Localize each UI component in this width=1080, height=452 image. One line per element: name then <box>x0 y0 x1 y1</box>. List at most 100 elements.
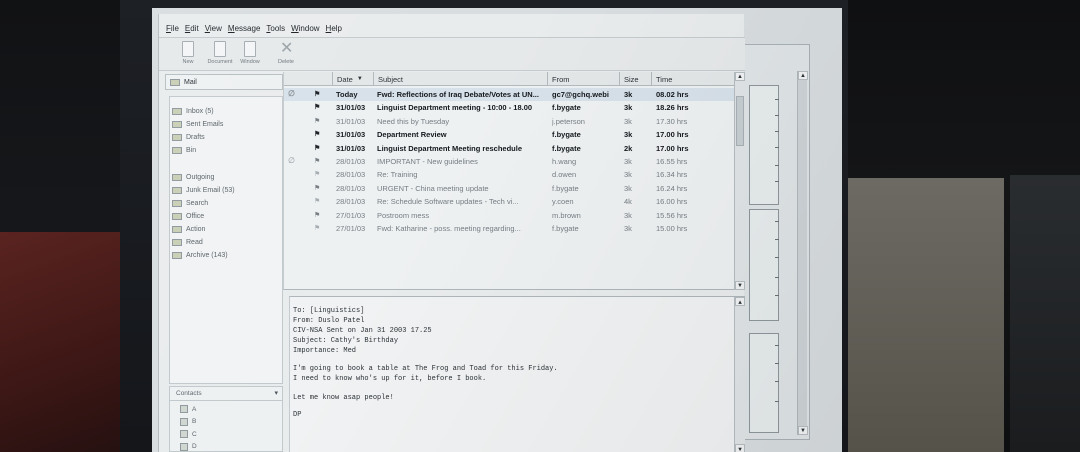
menu-help[interactable]: Help <box>323 24 345 33</box>
background-tick <box>775 165 779 166</box>
message-list-scrollbar[interactable]: ▲ ▼ <box>734 72 745 290</box>
window-button[interactable]: Window <box>235 41 265 65</box>
sort-desc-icon: ▼ <box>356 76 363 82</box>
message-row[interactable]: ⚑ 31/01/03 Need this by Tuesday j.peterson 3… <box>284 115 734 128</box>
column-size[interactable]: Size <box>619 72 651 86</box>
folder-item[interactable]: Archive (143) <box>172 249 228 261</box>
message-row[interactable]: ⚑ 27/01/03 Postroom mess m.brown 3k 15.56 hrs <box>284 209 734 222</box>
background-tick <box>775 277 779 278</box>
message-row[interactable]: ⚑ 27/01/03 Fwd: Katharine - poss. meeting … <box>284 222 734 235</box>
background-tick <box>775 221 779 222</box>
message-row[interactable]: ⚑ 28/01/03 URGENT - China meeting update f.… <box>284 182 734 195</box>
folder-item[interactable]: Action <box>172 223 205 235</box>
delete-button[interactable]: ✕ Delete <box>271 41 301 66</box>
background-partition <box>1010 175 1080 452</box>
chevron-down-icon[interactable]: ▾ <box>274 389 278 397</box>
folder-item[interactable]: Office <box>172 210 204 222</box>
message-row[interactable]: ⚑ 31/01/03 Department Review f.bygate 3k 17.0… <box>284 128 734 141</box>
flag-icon[interactable]: ⚑ <box>314 103 320 111</box>
folder-item[interactable]: Outgoing <box>172 171 214 183</box>
contact-group[interactable]: C <box>180 428 197 440</box>
background-board <box>842 178 1004 452</box>
scroll-down-icon[interactable]: ▼ <box>735 444 745 452</box>
contact-group[interactable]: B <box>180 416 196 428</box>
background-window-scrollbar[interactable]: ▲ ▼ <box>797 71 808 435</box>
scroll-up-icon[interactable]: ▲ <box>798 71 808 80</box>
folder-icon <box>172 173 182 181</box>
message-row[interactable]: ⚑ 28/01/03 Re: Schedule Software updates -… <box>284 195 734 208</box>
flag-icon[interactable]: ⚑ <box>314 157 320 165</box>
message-row[interactable]: ⚑ 31/01/03 Linguist Department meeting - 1… <box>284 101 734 114</box>
column-time[interactable]: Time <box>651 72 734 86</box>
column-subject[interactable]: Subject <box>373 72 547 86</box>
message-size: 3k <box>624 170 632 180</box>
message-time: 16.34 hrs <box>656 170 688 180</box>
preview-scrollbar[interactable]: ▲ ▼ <box>734 297 745 452</box>
flag-icon[interactable]: ⚑ <box>314 130 320 138</box>
flag-icon[interactable]: ⚑ <box>314 197 320 205</box>
scroll-up-icon[interactable]: ▲ <box>735 72 745 81</box>
menu-view[interactable]: View <box>202 24 225 33</box>
message-from: m.brown <box>552 210 581 220</box>
document-icon <box>214 41 226 57</box>
message-row[interactable]: ∅ ⚑ 28/01/03 IMPORTANT - New guidelines h.wa… <box>284 155 734 168</box>
message-row[interactable]: ⚑ 28/01/03 Re: Training d.owen 3k 16.34 hrs <box>284 168 734 181</box>
message-subject: IMPORTANT - New guidelines <box>377 157 478 166</box>
folder-icon <box>172 199 182 207</box>
message-time: 16.00 hrs <box>656 197 688 207</box>
contact-group[interactable]: D <box>180 441 197 452</box>
message-row[interactable]: ⚑ 31/01/03 Linguist Department Meeting res… <box>284 142 734 155</box>
message-row[interactable]: ∅ ⚑ Today Fwd: Reflections of Iraq Debate/V… <box>284 88 734 101</box>
folder-pane: Mail Inbox (5) Sent Emails Drafts Bin Outgoi… <box>165 74 283 452</box>
message-from: f.bygate <box>552 224 579 233</box>
scroll-thumb[interactable] <box>736 96 744 146</box>
folder-label: Outgoing <box>186 173 215 181</box>
folder-item[interactable]: Search <box>172 197 208 209</box>
column-date[interactable]: Date ▼ <box>332 72 376 86</box>
folder-item[interactable]: Junk Email (53) <box>172 184 235 196</box>
flag-icon[interactable]: ⚑ <box>314 211 320 219</box>
message-size: 3k <box>624 183 632 193</box>
flag-icon[interactable]: ⚑ <box>314 90 320 98</box>
scroll-down-icon[interactable]: ▼ <box>798 426 808 435</box>
background-window[interactable]: ▲ ▼ <box>740 44 810 440</box>
message-subject: Department Review <box>377 130 447 140</box>
menu-window[interactable]: Window <box>288 24 322 33</box>
menu-file[interactable]: File <box>163 24 182 33</box>
contact-label: C <box>192 430 197 438</box>
scroll-up-icon[interactable]: ▲ <box>735 297 745 306</box>
contacts-dropdown[interactable]: Contacts ▾ <box>170 387 282 401</box>
flag-icon[interactable]: ⚑ <box>314 144 320 152</box>
flag-icon[interactable]: ⚑ <box>314 170 320 178</box>
folder-item[interactable]: Bin <box>172 144 196 156</box>
contact-icon <box>180 417 188 426</box>
background-tick <box>775 99 779 100</box>
flag-icon[interactable]: ⚑ <box>314 184 320 192</box>
new-button[interactable]: New <box>173 41 203 65</box>
folder-label: Office <box>186 212 205 220</box>
scroll-down-icon[interactable]: ▼ <box>735 281 745 290</box>
flag-icon[interactable]: ⚑ <box>314 117 320 125</box>
flag-icon[interactable]: ⚑ <box>314 224 320 232</box>
menu-message[interactable]: Message <box>225 24 263 33</box>
document-button[interactable]: Document <box>205 41 235 65</box>
contact-label: A <box>192 405 197 413</box>
background-tick <box>775 401 779 402</box>
folder-label: Action <box>186 225 206 233</box>
folder-item[interactable]: Read <box>172 236 203 248</box>
folder-item[interactable]: Drafts <box>172 131 205 143</box>
mail-root-label: Mail <box>184 78 197 86</box>
menu-edit[interactable]: Edit <box>182 24 202 33</box>
contact-group[interactable]: A <box>180 403 196 415</box>
mail-root-folder[interactable]: Mail <box>165 74 283 90</box>
delete-button-label: Delete <box>278 59 294 65</box>
folder-item[interactable]: Inbox (5) <box>172 105 214 117</box>
preview-body-line: I'm going to book a table at The Frog an… <box>293 365 558 373</box>
column-from[interactable]: From <box>547 72 619 86</box>
message-subject: Fwd: Katharine - poss. meeting regarding… <box>377 224 521 233</box>
contact-icon <box>180 430 188 438</box>
folder-icon <box>172 146 182 154</box>
menu-tools[interactable]: Tools <box>263 24 288 33</box>
column-subject-label: Subject <box>378 74 404 84</box>
folder-item[interactable]: Sent Emails <box>172 118 223 130</box>
